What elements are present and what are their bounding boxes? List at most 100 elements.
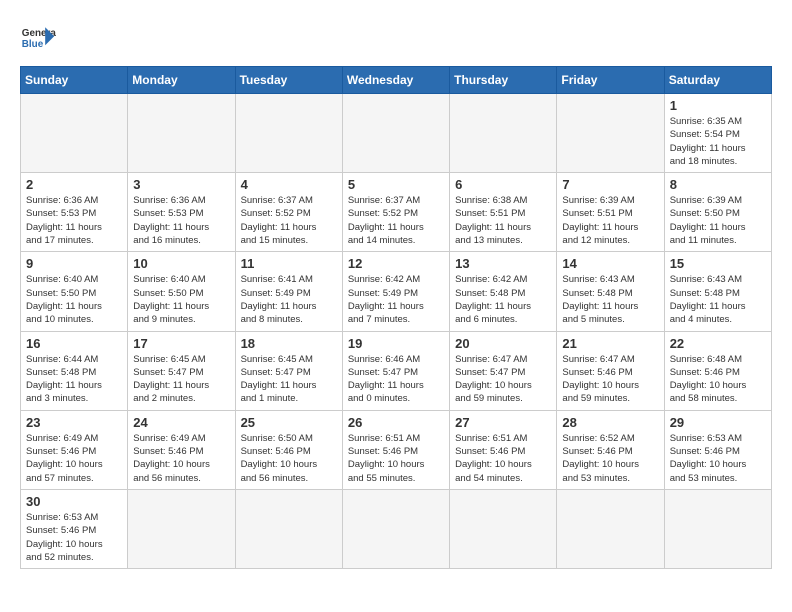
calendar-cell [21,94,128,173]
day-info: Sunrise: 6:42 AM Sunset: 5:49 PM Dayligh… [348,273,444,326]
day-number: 19 [348,336,444,351]
day-info: Sunrise: 6:37 AM Sunset: 5:52 PM Dayligh… [348,194,444,247]
weekday-header-sunday: Sunday [21,67,128,94]
day-number: 5 [348,177,444,192]
day-number: 26 [348,415,444,430]
day-number: 20 [455,336,551,351]
calendar-cell [128,489,235,568]
calendar-cell [342,489,449,568]
calendar-cell: 9 Sunrise: 6:40 AM Sunset: 5:50 PM Daylig… [21,252,128,331]
weekday-header-monday: Monday [128,67,235,94]
weekday-header-tuesday: Tuesday [235,67,342,94]
calendar-cell [235,489,342,568]
calendar-cell: 5 Sunrise: 6:37 AM Sunset: 5:52 PM Daylig… [342,173,449,252]
calendar-row: 16 Sunrise: 6:44 AM Sunset: 5:48 PM Dayli… [21,331,772,410]
day-number: 14 [562,256,658,271]
day-info: Sunrise: 6:44 AM Sunset: 5:48 PM Dayligh… [26,353,122,406]
calendar-cell [450,94,557,173]
calendar-row: 2 Sunrise: 6:36 AM Sunset: 5:53 PM Daylig… [21,173,772,252]
calendar-cell: 10 Sunrise: 6:40 AM Sunset: 5:50 PM Dayli… [128,252,235,331]
day-number: 28 [562,415,658,430]
calendar-cell: 18 Sunrise: 6:45 AM Sunset: 5:47 PM Dayli… [235,331,342,410]
calendar-cell [450,489,557,568]
day-info: Sunrise: 6:49 AM Sunset: 5:46 PM Dayligh… [26,432,122,485]
weekday-header-thursday: Thursday [450,67,557,94]
day-info: Sunrise: 6:51 AM Sunset: 5:46 PM Dayligh… [348,432,444,485]
calendar-cell: 22Sunrise: 6:48 AM Sunset: 5:46 PM Dayli… [664,331,771,410]
day-info: Sunrise: 6:49 AM Sunset: 5:46 PM Dayligh… [133,432,229,485]
day-info: Sunrise: 6:53 AM Sunset: 5:46 PM Dayligh… [670,432,766,485]
day-info: Sunrise: 6:46 AM Sunset: 5:47 PM Dayligh… [348,353,444,406]
day-number: 11 [241,256,337,271]
day-number: 9 [26,256,122,271]
day-number: 23 [26,415,122,430]
day-number: 29 [670,415,766,430]
weekday-header-row: SundayMondayTuesdayWednesdayThursdayFrid… [21,67,772,94]
day-number: 12 [348,256,444,271]
calendar-cell [664,489,771,568]
calendar-cell: 13 Sunrise: 6:42 AM Sunset: 5:48 PM Dayli… [450,252,557,331]
day-number: 18 [241,336,337,351]
header: General Blue [20,20,772,56]
day-number: 2 [26,177,122,192]
day-number: 13 [455,256,551,271]
day-number: 7 [562,177,658,192]
day-info: Sunrise: 6:39 AM Sunset: 5:50 PM Dayligh… [670,194,766,247]
calendar-cell: 29 Sunrise: 6:53 AM Sunset: 5:46 PM Dayli… [664,410,771,489]
day-info: Sunrise: 6:36 AM Sunset: 5:53 PM Dayligh… [26,194,122,247]
day-info: Sunrise: 6:39 AM Sunset: 5:51 PM Dayligh… [562,194,658,247]
calendar-cell: 11 Sunrise: 6:41 AM Sunset: 5:49 PM Dayli… [235,252,342,331]
calendar-cell [128,94,235,173]
day-info: Sunrise: 6:47 AM Sunset: 5:47 PM Dayligh… [455,353,551,406]
day-number: 1 [670,98,766,113]
day-number: 22 [670,336,766,351]
day-info: Sunrise: 6:40 AM Sunset: 5:50 PM Dayligh… [133,273,229,326]
calendar-cell [557,94,664,173]
day-number: 24 [133,415,229,430]
calendar-cell: 30 Sunrise: 6:53 AM Sunset: 5:46 PM Dayli… [21,489,128,568]
day-number: 16 [26,336,122,351]
day-number: 21 [562,336,658,351]
calendar-cell: 16 Sunrise: 6:44 AM Sunset: 5:48 PM Dayli… [21,331,128,410]
calendar-cell: 19 Sunrise: 6:46 AM Sunset: 5:47 PM Dayli… [342,331,449,410]
day-info: Sunrise: 6:45 AM Sunset: 5:47 PM Dayligh… [241,353,337,406]
day-info: Sunrise: 6:41 AM Sunset: 5:49 PM Dayligh… [241,273,337,326]
calendar-cell: 27 Sunrise: 6:51 AM Sunset: 5:46 PM Dayli… [450,410,557,489]
calendar-cell: 8 Sunrise: 6:39 AM Sunset: 5:50 PM Daylig… [664,173,771,252]
day-info: Sunrise: 6:42 AM Sunset: 5:48 PM Dayligh… [455,273,551,326]
day-number: 15 [670,256,766,271]
day-info: Sunrise: 6:51 AM Sunset: 5:46 PM Dayligh… [455,432,551,485]
calendar-cell: 20 Sunrise: 6:47 AM Sunset: 5:47 PM Dayli… [450,331,557,410]
day-number: 30 [26,494,122,509]
calendar-cell: 2 Sunrise: 6:36 AM Sunset: 5:53 PM Daylig… [21,173,128,252]
calendar-cell: 25Sunrise: 6:50 AM Sunset: 5:46 PM Dayli… [235,410,342,489]
calendar-cell: 14 Sunrise: 6:43 AM Sunset: 5:48 PM Dayli… [557,252,664,331]
calendar-cell: 17Sunrise: 6:45 AM Sunset: 5:47 PM Dayli… [128,331,235,410]
day-number: 10 [133,256,229,271]
day-info: Sunrise: 6:53 AM Sunset: 5:46 PM Dayligh… [26,511,122,564]
day-info: Sunrise: 6:43 AM Sunset: 5:48 PM Dayligh… [562,273,658,326]
day-info: Sunrise: 6:40 AM Sunset: 5:50 PM Dayligh… [26,273,122,326]
calendar-cell: 6 Sunrise: 6:38 AM Sunset: 5:51 PM Daylig… [450,173,557,252]
day-info: Sunrise: 6:38 AM Sunset: 5:51 PM Dayligh… [455,194,551,247]
day-info: Sunrise: 6:52 AM Sunset: 5:46 PM Dayligh… [562,432,658,485]
calendar-row: 30 Sunrise: 6:53 AM Sunset: 5:46 PM Dayli… [21,489,772,568]
day-number: 3 [133,177,229,192]
logo: General Blue [20,20,56,56]
svg-text:Blue: Blue [22,39,44,50]
logo-icon: General Blue [20,20,56,56]
day-info: Sunrise: 6:35 AM Sunset: 5:54 PM Dayligh… [670,115,766,168]
calendar-cell [342,94,449,173]
calendar-cell [557,489,664,568]
calendar-cell: 4Sunrise: 6:37 AM Sunset: 5:52 PM Daylig… [235,173,342,252]
calendar-cell [235,94,342,173]
day-number: 17 [133,336,229,351]
day-number: 27 [455,415,551,430]
day-number: 25 [241,415,337,430]
calendar-cell: 12 Sunrise: 6:42 AM Sunset: 5:49 PM Dayli… [342,252,449,331]
day-number: 6 [455,177,551,192]
day-number: 8 [670,177,766,192]
calendar-cell: 21Sunrise: 6:47 AM Sunset: 5:46 PM Dayli… [557,331,664,410]
calendar-cell: 23 Sunrise: 6:49 AM Sunset: 5:46 PM Dayli… [21,410,128,489]
calendar-cell: 24 Sunrise: 6:49 AM Sunset: 5:46 PM Dayli… [128,410,235,489]
